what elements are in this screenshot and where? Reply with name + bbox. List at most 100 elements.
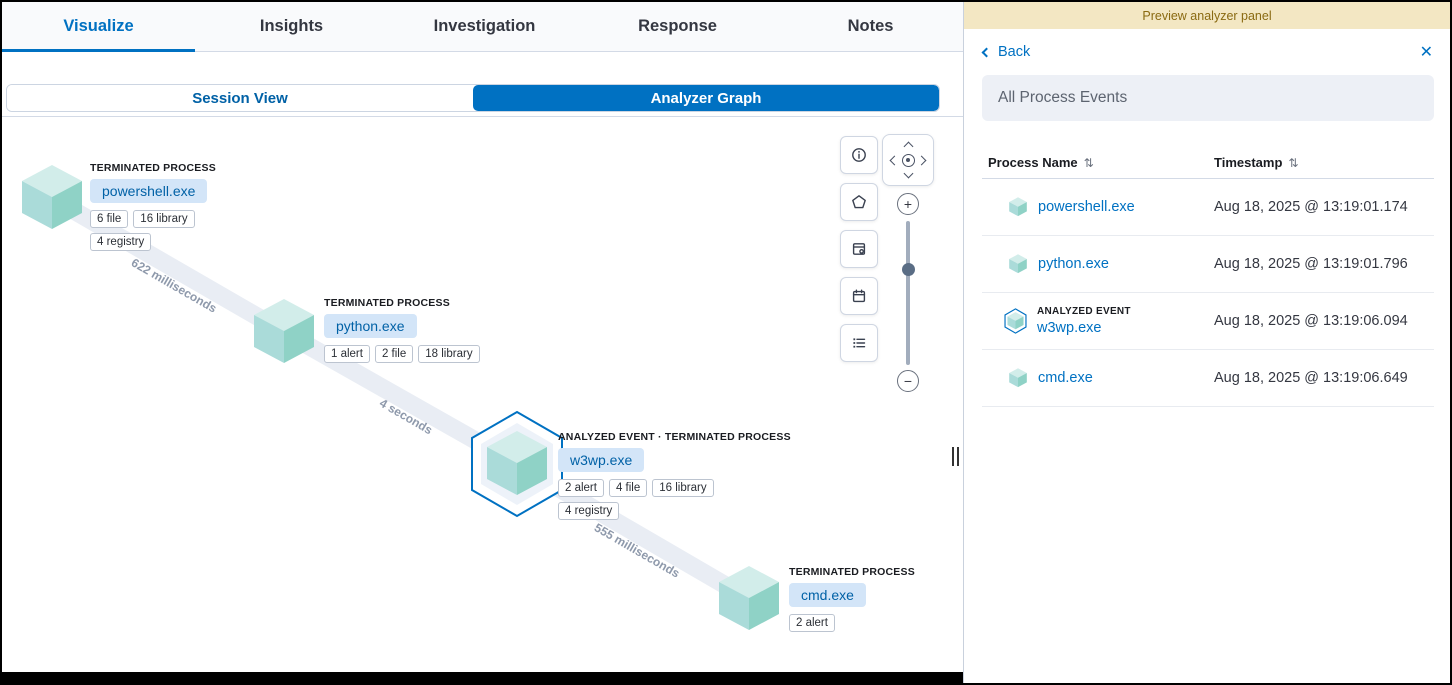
zoom-out-button[interactable]: − <box>897 370 919 392</box>
node-badges: 1 alert 2 file 18 library <box>324 345 504 363</box>
back-button[interactable]: Back <box>983 44 1030 60</box>
pan-left-button[interactable] <box>890 155 900 165</box>
process-name-pill[interactable]: python.exe <box>324 314 417 338</box>
bottom-bar <box>2 672 965 683</box>
main-area: Visualize Insights Investigation Respons… <box>2 2 967 683</box>
table-row[interactable]: cmd.exe Aug 18, 2025 @ 13:19:06.649 <box>982 350 1434 407</box>
top-tabs: Visualize Insights Investigation Respons… <box>2 2 967 52</box>
tab-response-label: Response <box>638 17 717 36</box>
tab-notes[interactable]: Notes <box>774 2 967 51</box>
node-label-powershell: TERMINATED PROCESS powershell.exe 6 file… <box>90 162 290 251</box>
event-count-badge[interactable]: 16 library <box>652 479 713 497</box>
table-header: Process Name ⇅ Timestamp⇅ <box>982 147 1434 179</box>
schema-button[interactable] <box>840 183 878 221</box>
view-toggle: Session View Analyzer Graph <box>6 84 940 112</box>
table-row[interactable]: python.exe Aug 18, 2025 @ 13:19:01.796 <box>982 236 1434 293</box>
sort-icon: ⇅ <box>1084 156 1094 170</box>
panel-resize-handle[interactable] <box>952 447 959 466</box>
node-type-label: TERMINATED PROCESS <box>324 297 544 309</box>
process-name-pill[interactable]: powershell.exe <box>90 179 207 203</box>
info-icon <box>851 147 867 163</box>
process-link[interactable]: cmd.exe <box>1038 370 1093 386</box>
column-label: Process Name <box>988 155 1078 170</box>
panel-title: All Process Events <box>982 75 1434 121</box>
process-name-cell: python.exe <box>982 253 1214 275</box>
node-type-label: TERMINATED PROCESS <box>90 162 290 174</box>
process-name-pill[interactable]: w3wp.exe <box>558 448 644 472</box>
tab-visualize-label: Visualize <box>63 17 133 36</box>
pan-down-button[interactable] <box>903 169 913 179</box>
process-name-pill[interactable]: cmd.exe <box>789 583 866 607</box>
tab-notes-label: Notes <box>848 17 894 36</box>
center-camera-icon[interactable] <box>902 154 915 167</box>
info-button[interactable] <box>840 136 878 174</box>
preview-banner: Preview analyzer panel <box>964 2 1450 29</box>
event-count-badge[interactable]: 18 library <box>418 345 479 363</box>
table-row[interactable]: powershell.exe Aug 18, 2025 @ 13:19:01.1… <box>982 179 1434 236</box>
tab-investigation[interactable]: Investigation <box>388 2 581 51</box>
process-cube-icon <box>1008 196 1028 218</box>
zoom-in-button[interactable]: + <box>897 193 919 215</box>
zoom-slider-track[interactable] <box>906 221 910 365</box>
process-name-cell: cmd.exe <box>982 367 1214 389</box>
process-events-table: Process Name ⇅ Timestamp⇅ powershell.exe … <box>982 147 1434 407</box>
event-count-badge[interactable]: 1 alert <box>324 345 370 363</box>
calendar-icon <box>851 288 867 304</box>
zoom-slider-handle[interactable] <box>902 263 915 276</box>
node-label-w3wp: ANALYZED EVENT · TERMINATED PROCESS w3wp… <box>558 431 838 520</box>
event-count-badge[interactable]: 4 file <box>609 479 647 497</box>
tab-insights[interactable]: Insights <box>195 2 388 51</box>
event-count-badge[interactable]: 2 alert <box>789 614 835 632</box>
process-node-cmd[interactable] <box>719 566 779 630</box>
node-label-cmd: TERMINATED PROCESS cmd.exe 2 alert <box>789 566 949 632</box>
active-tab-underline <box>2 49 195 52</box>
panel-gear-icon <box>851 241 867 257</box>
close-icon[interactable]: ✕ <box>1420 42 1433 62</box>
list-icon <box>851 335 867 351</box>
node-badges: 2 alert <box>789 614 909 632</box>
node-badges: 2 alert 4 file 16 library 4 registry <box>558 479 730 520</box>
chevron-left-icon <box>982 47 992 57</box>
node-label-python: TERMINATED PROCESS python.exe 1 alert 2 … <box>324 297 544 363</box>
analyzed-event-tag: ANALYZED EVENT <box>1037 306 1131 317</box>
pan-right-button[interactable] <box>917 155 927 165</box>
process-name-cell: ANALYZED EVENT w3wp.exe <box>982 306 1214 337</box>
tab-visualize[interactable]: Visualize <box>2 2 195 51</box>
table-row[interactable]: ANALYZED EVENT w3wp.exe Aug 18, 2025 @ 1… <box>982 293 1434 350</box>
pentagon-icon <box>851 194 867 210</box>
analyzed-event-hexagon-icon <box>1002 307 1029 335</box>
event-count-badge[interactable]: 4 registry <box>90 233 151 251</box>
column-header-process-name[interactable]: Process Name ⇅ <box>982 155 1214 170</box>
app-window: Visualize Insights Investigation Respons… <box>0 0 1452 685</box>
process-link[interactable]: python.exe <box>1038 256 1109 272</box>
pan-controls <box>882 134 934 186</box>
column-header-timestamp[interactable]: Timestamp⇅ <box>1214 155 1434 170</box>
tab-investigation-label: Investigation <box>434 17 536 36</box>
pan-up-button[interactable] <box>903 142 913 152</box>
analyzer-graph-canvas[interactable]: 622 milliseconds 4 seconds 555 milliseco… <box>2 117 967 672</box>
preview-analyzer-panel: Preview analyzer panel Back ✕ All Proces… <box>963 2 1450 683</box>
node-type-label: TERMINATED PROCESS <box>789 566 949 578</box>
event-count-badge[interactable]: 4 registry <box>558 502 619 520</box>
timestamp-cell: Aug 18, 2025 @ 13:19:06.094 <box>1214 313 1434 329</box>
process-cube-icon <box>1008 253 1028 275</box>
legend-button[interactable] <box>840 324 878 362</box>
event-count-badge[interactable]: 2 alert <box>558 479 604 497</box>
analyzer-graph-toggle[interactable]: Analyzer Graph <box>473 85 939 111</box>
event-count-badge[interactable]: 16 library <box>133 210 194 228</box>
timestamp-cell: Aug 18, 2025 @ 13:19:01.174 <box>1214 199 1434 215</box>
column-label: Timestamp <box>1214 155 1282 170</box>
node-badges: 6 file 16 library 4 registry <box>90 210 222 251</box>
node-type-label: ANALYZED EVENT · TERMINATED PROCESS <box>558 431 838 443</box>
node-events-button[interactable] <box>840 230 878 268</box>
event-count-badge[interactable]: 2 file <box>375 345 413 363</box>
process-cube-icon <box>1008 367 1028 389</box>
date-picker-button[interactable] <box>840 277 878 315</box>
event-count-badge[interactable]: 6 file <box>90 210 128 228</box>
session-view-toggle[interactable]: Session View <box>7 85 473 111</box>
back-label: Back <box>998 44 1030 60</box>
process-link[interactable]: powershell.exe <box>1038 199 1135 215</box>
panel-nav: Back ✕ <box>964 38 1450 74</box>
process-link[interactable]: w3wp.exe <box>1037 320 1101 336</box>
tab-response[interactable]: Response <box>581 2 774 51</box>
